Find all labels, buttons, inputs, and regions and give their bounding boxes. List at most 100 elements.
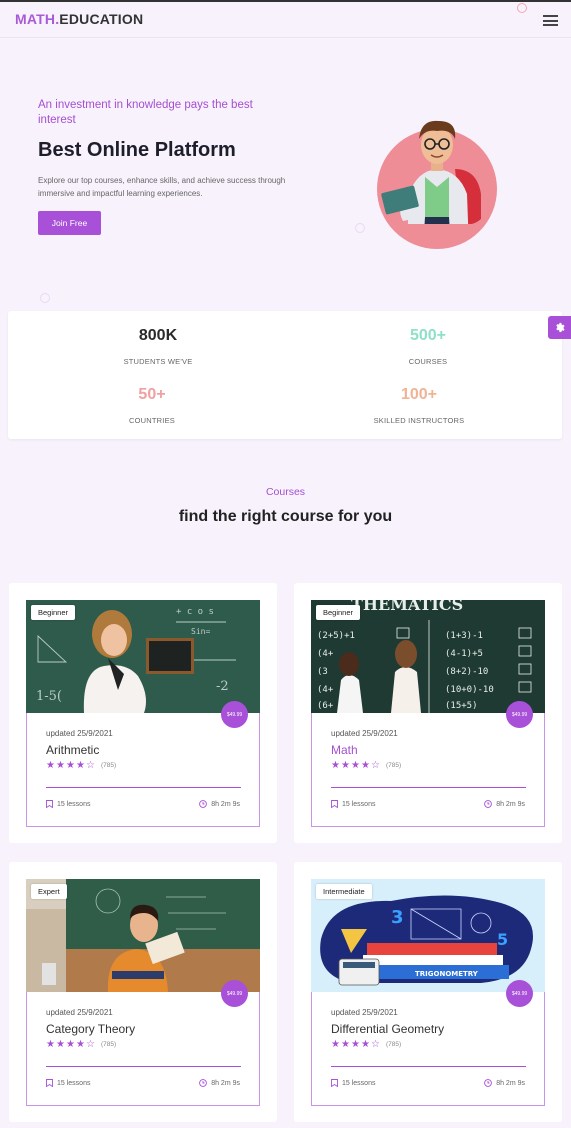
divider (331, 1066, 526, 1067)
star-full-icon: ★ (76, 1039, 85, 1050)
svg-text:3: 3 (391, 907, 404, 928)
svg-text:Sin=: Sin= (191, 627, 210, 636)
courses-section-title: find the right course for you (178, 508, 393, 525)
course-card-differential-geometry[interactable]: 3 5 TRIGONOMETRY Intermediate $49.99 upd… (294, 862, 562, 1122)
hero-title: Best Online Platform (38, 139, 236, 161)
hero-student-illustration (377, 120, 497, 249)
updated-date: updated 25/9/2021 (46, 1008, 113, 1017)
review-count: (785) (101, 762, 117, 769)
stat-label: COUNTRIES (129, 416, 175, 425)
hero-tagline: An investment in knowledge pays the best… (38, 99, 253, 126)
review-count: (785) (386, 1041, 402, 1048)
star-full-icon: ★ (351, 760, 360, 771)
courses-section-tag: Courses (265, 486, 306, 498)
stat-courses: 500+ COURSES (338, 327, 518, 366)
settings-button[interactable] (548, 316, 571, 339)
stat-value: 500+ (409, 327, 447, 344)
review-count: (785) (101, 1041, 117, 1048)
join-free-button[interactable]: Join Free (38, 211, 101, 235)
svg-text:(10+0)-10: (10+0)-10 (445, 685, 494, 695)
divider (46, 1066, 241, 1067)
bookmark-icon (46, 800, 53, 808)
svg-text:(1+3)-1: (1+3)-1 (445, 631, 483, 641)
course-image: 3 5 TRIGONOMETRY Intermediate (311, 879, 545, 992)
course-image: + c o s Sin= 1-5( -2 Beginner (26, 600, 260, 713)
svg-text:+ c o s: + c o s (176, 607, 214, 617)
lessons-info: 15 lessons (46, 1079, 90, 1087)
course-image: Expert (26, 879, 260, 992)
updated-date: updated 25/9/2021 (46, 729, 113, 738)
star-half-icon: ☆ (371, 760, 380, 771)
course-title[interactable]: Differential Geometry (331, 1022, 444, 1036)
lessons-count: 15 lessons (57, 1079, 91, 1087)
course-title[interactable]: Category Theory (46, 1022, 135, 1036)
rating-stars: ★ ★ ★ ★ ☆ (785) (331, 760, 402, 771)
svg-text:(6+: (6+ (317, 701, 334, 711)
star-half-icon: ☆ (371, 1039, 380, 1050)
star-full-icon: ★ (361, 760, 370, 771)
star-full-icon: ★ (76, 760, 85, 771)
decorative-circle-icon (40, 293, 50, 303)
star-full-icon: ★ (331, 760, 340, 771)
svg-text:TRIGONOMETRY: TRIGONOMETRY (415, 970, 479, 978)
stat-instructors: 100+ SKILLED INSTRUCTORS (329, 386, 509, 425)
divider (46, 787, 241, 788)
rating-stars: ★ ★ ★ ★ ☆ (785) (331, 1039, 402, 1050)
stat-value: 800K (138, 327, 178, 344)
star-full-icon: ★ (361, 1039, 370, 1050)
svg-text:(8+2)-10: (8+2)-10 (445, 667, 488, 677)
star-full-icon: ★ (341, 1039, 350, 1050)
duration: 8h 2m 9s (496, 800, 525, 808)
course-info: updated 25/9/2021 Category Theory ★ ★ ★ ★ ☆ … (26, 992, 260, 1106)
level-badge: Intermediate (316, 884, 372, 899)
site-logo[interactable]: MATH.EDUCATION (15, 11, 143, 27)
course-card-math[interactable]: THEMATICS (2+5)+1 (4+ (3 (4+ (6+ (1+3)-1 (4-1… (294, 583, 562, 843)
stat-label: SKILLED INSTRUCTORS (373, 416, 465, 425)
svg-text:(4+: (4+ (317, 649, 334, 659)
svg-text:5: 5 (497, 930, 508, 949)
duration: 8h 2m 9s (496, 1079, 525, 1087)
svg-text:(15+5): (15+5) (445, 701, 478, 711)
star-half-icon: ☆ (86, 1039, 95, 1050)
star-full-icon: ★ (66, 760, 75, 771)
level-badge: Beginner (316, 605, 361, 620)
course-info: updated 25/9/2021 Arithmetic ★ ★ ★ ★ ☆ (785)… (26, 713, 260, 827)
review-count: (785) (386, 762, 402, 769)
stat-value: 50+ (138, 386, 166, 403)
star-full-icon: ★ (46, 1039, 55, 1050)
star-full-icon: ★ (56, 760, 65, 771)
svg-text:-2: -2 (216, 679, 229, 694)
updated-date: updated 25/9/2021 (331, 729, 398, 738)
duration-info: 8h 2m 9s (484, 800, 525, 808)
stat-label: COURSES (408, 357, 448, 366)
duration-info: 8h 2m 9s (199, 800, 240, 808)
course-title[interactable]: Arithmetic (46, 743, 99, 757)
course-title[interactable]: Math (331, 743, 358, 757)
star-full-icon: ★ (351, 1039, 360, 1050)
logo-part-education: EDUCATION (59, 11, 144, 27)
course-card-category-theory[interactable]: Expert $49.99 updated 25/9/2021 Category… (9, 862, 277, 1122)
rating-stars: ★ ★ ★ ★ ☆ (785) (46, 1039, 117, 1050)
star-full-icon: ★ (66, 1039, 75, 1050)
lessons-count: 15 lessons (342, 1079, 376, 1087)
hamburger-icon[interactable] (543, 15, 558, 26)
bookmark-icon (331, 1079, 338, 1087)
hero-description: Explore our top courses, enhance skills,… (38, 176, 286, 198)
stat-label: STUDENTS WE'VE (123, 357, 193, 366)
rating-stars: ★ ★ ★ ★ ☆ (785) (46, 760, 117, 771)
updated-date: updated 25/9/2021 (331, 1008, 398, 1017)
course-card-arithmetic[interactable]: + c o s Sin= 1-5( -2 Beginner $49.99 upd… (9, 583, 277, 843)
clock-icon (199, 1079, 208, 1087)
logo-part-math: MATH. (15, 11, 60, 27)
stat-countries: 50+ COUNTRIES (62, 386, 242, 425)
course-info: updated 25/9/2021 Differential Geometry … (311, 992, 545, 1106)
course-info: updated 25/9/2021 Math ★ ★ ★ ★ ☆ (785) 15 le… (311, 713, 545, 827)
navbar: MATH.EDUCATION (0, 2, 571, 38)
duration-info: 8h 2m 9s (199, 1079, 240, 1087)
svg-text:THEMATICS: THEMATICS (351, 600, 463, 614)
svg-text:(2+5)+1: (2+5)+1 (317, 631, 355, 641)
star-half-icon: ☆ (86, 760, 95, 771)
decorative-circle-icon (355, 223, 365, 233)
lessons-info: 15 lessons (331, 800, 375, 808)
svg-text:(4-1)+5: (4-1)+5 (445, 649, 483, 659)
